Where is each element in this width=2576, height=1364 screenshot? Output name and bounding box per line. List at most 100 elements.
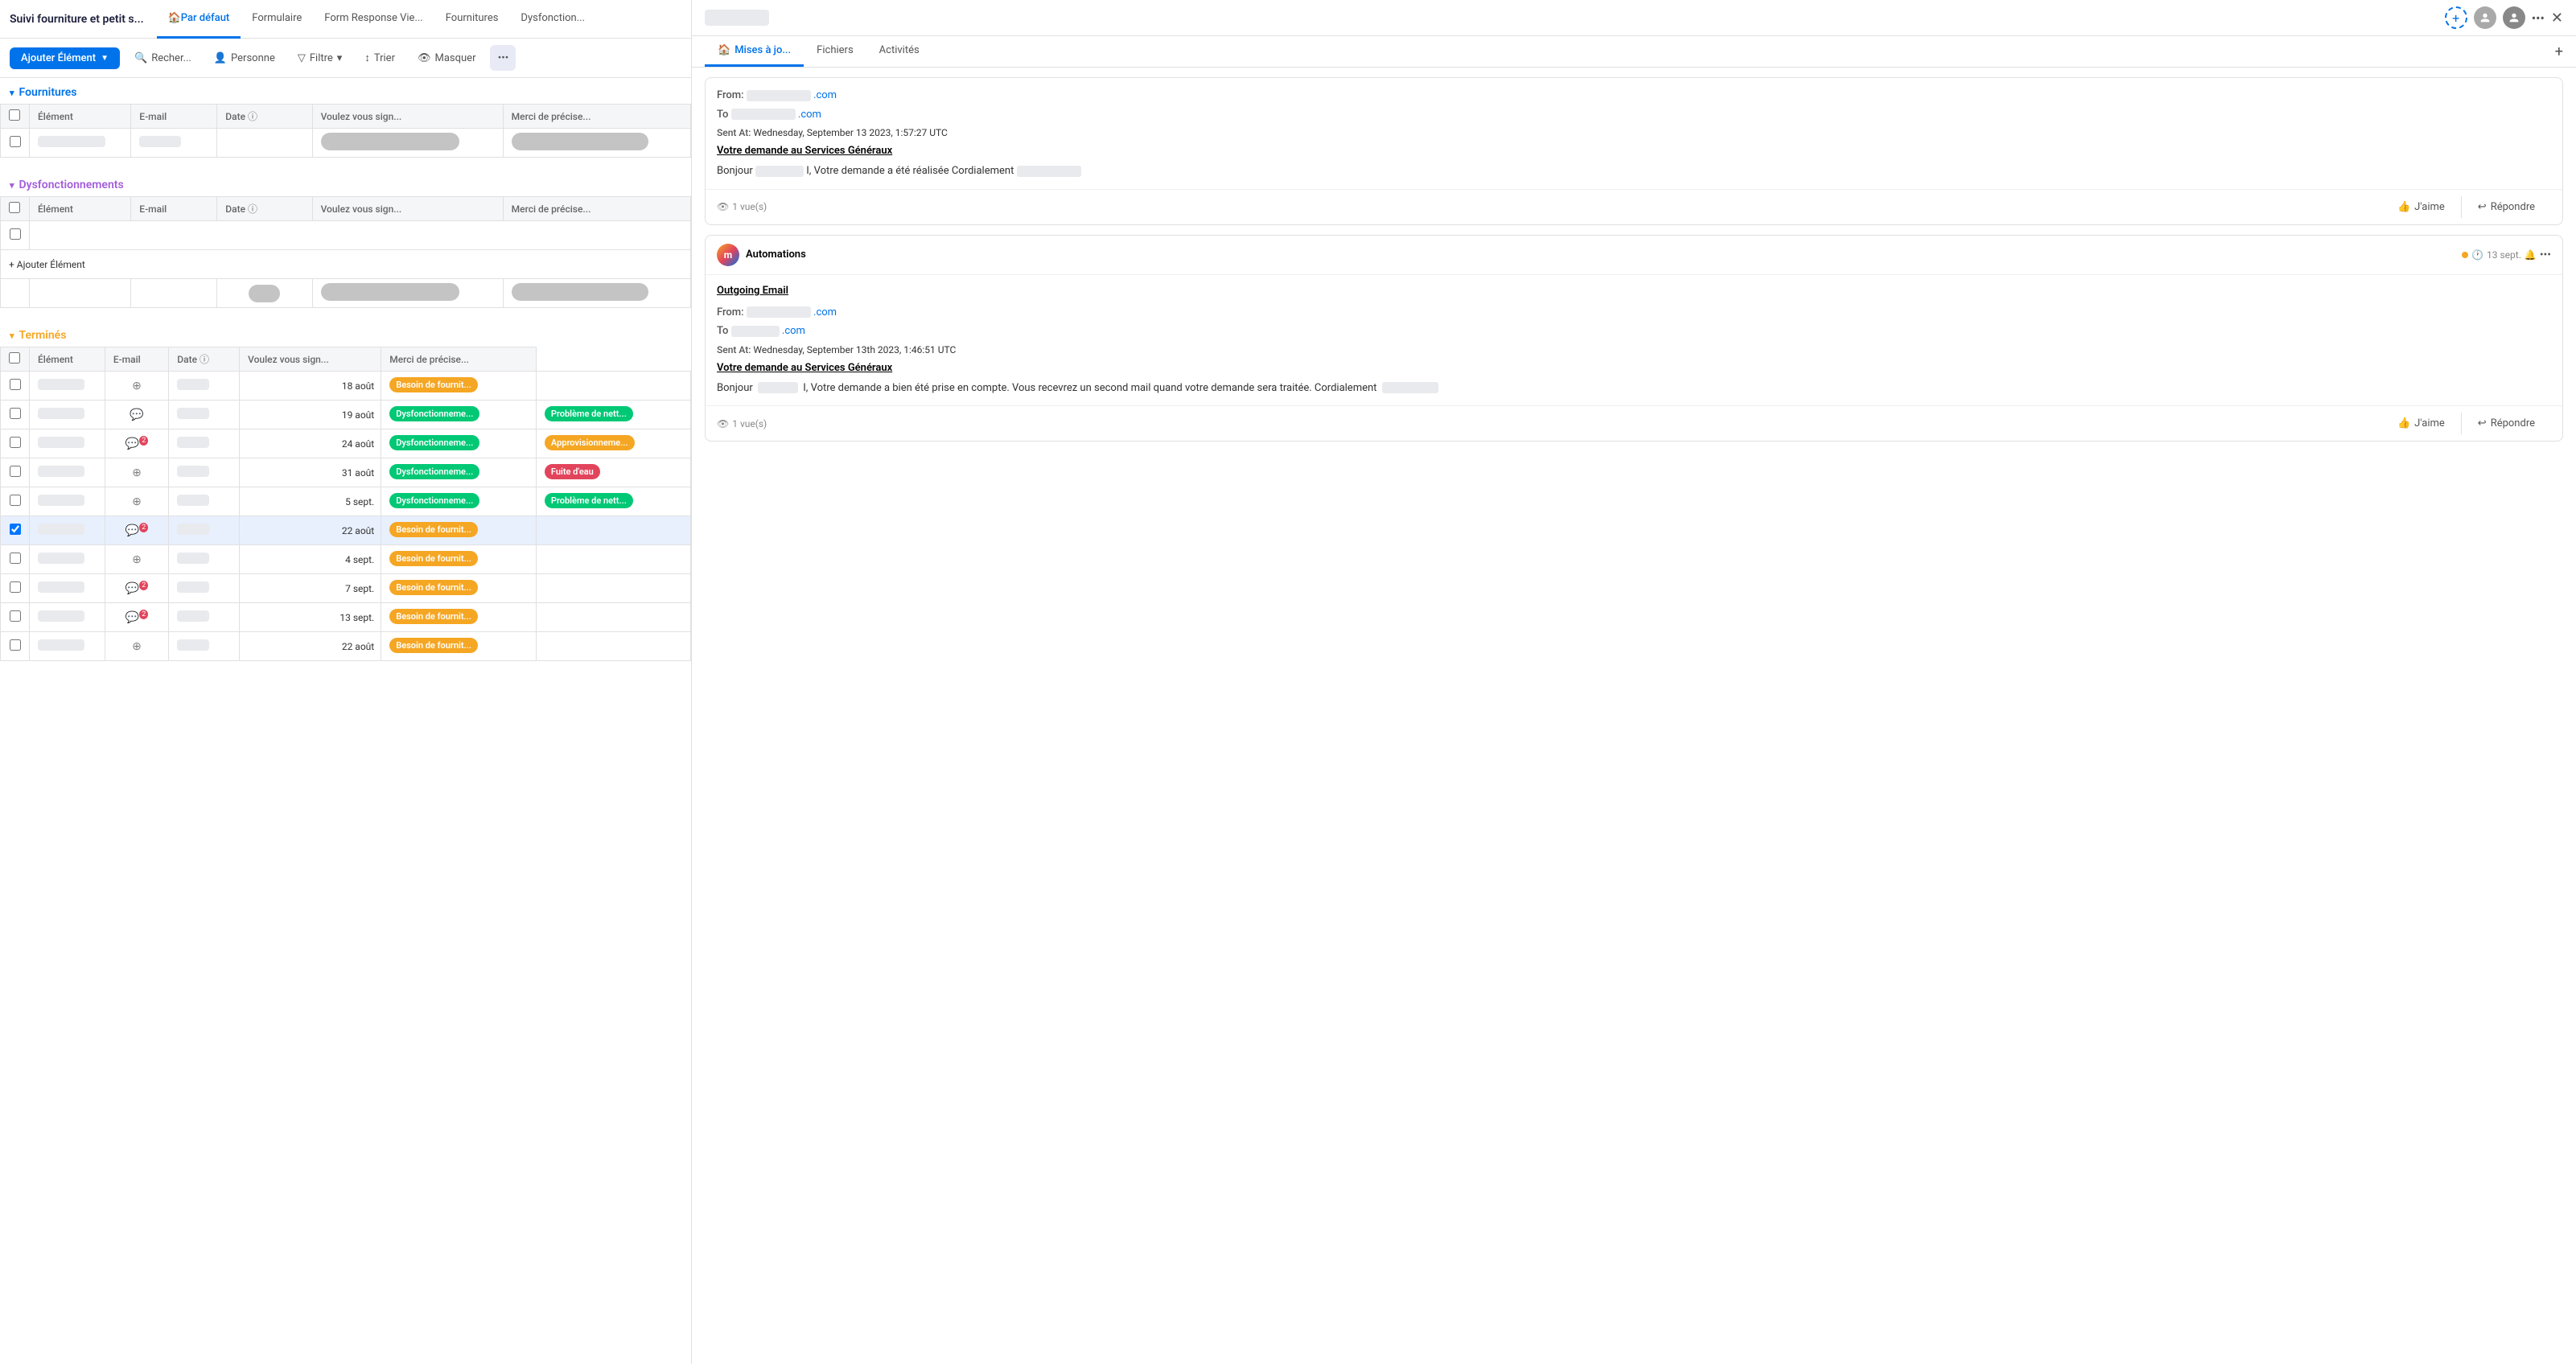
signature-placeholder	[1382, 382, 1438, 393]
right-panel: + ••• ✕ 🏠 Mises à jo... Fichiers Activit…	[692, 0, 2576, 1364]
close-button[interactable]: ✕	[2551, 10, 2563, 27]
more-options-button[interactable]: •••	[490, 45, 516, 71]
table-row[interactable]: ⊕ 18 août Besoin de fournit...	[1, 372, 691, 401]
avatar-2	[2503, 6, 2525, 29]
tab-activities[interactable]: Activités	[866, 36, 932, 67]
chat-icon: 💬	[130, 409, 143, 421]
table-row[interactable]: ⊕ 5 sept. Dysfonctionneme... Problème de…	[1, 487, 691, 516]
dysfonctionnements-col-element: Élément	[30, 197, 131, 221]
table-row[interactable]: ⊕ 31 août Dysfonctionneme... Fuite d'eau	[1, 458, 691, 487]
reply-button[interactable]: ↩ Répondre	[2462, 413, 2551, 434]
right-header-left	[705, 10, 769, 26]
more-options-button[interactable]: •••	[2532, 10, 2545, 26]
top-bar: Suivi fourniture et petit s... 🏠 Par déf…	[0, 0, 691, 39]
fournitures-col-sign: Voulez vous sign...	[312, 105, 503, 129]
dysfonctionnements-section-header[interactable]: ▾ Dysfonctionnements	[0, 170, 691, 196]
home-icon: 🏠	[718, 44, 730, 56]
add-element-button[interactable]: Ajouter Élément ▼	[10, 47, 120, 69]
tab-form-response[interactable]: Form Response Vie...	[313, 0, 434, 39]
eye-icon: 👁	[717, 418, 729, 429]
left-panel: Suivi fourniture et petit s... 🏠 Par déf…	[0, 0, 692, 1364]
person-button[interactable]: 👤 Personne	[206, 48, 283, 68]
table-row[interactable]: 💬2 7 sept. Besoin de fournit...	[1, 574, 691, 603]
fournitures-select-all[interactable]	[1, 105, 30, 129]
table-row[interactable]: 💬 19 août Dysfonctionneme... Problème de…	[1, 401, 691, 429]
dysfonctionnements-select-all[interactable]	[1, 197, 30, 221]
termines-col-element: Élément	[30, 347, 105, 372]
add-avatar-button[interactable]: +	[2445, 6, 2467, 29]
name-placeholder	[755, 166, 804, 177]
from-label: From:	[717, 306, 744, 318]
reply-icon: ↩	[2478, 417, 2487, 429]
chat-badge-icon: 💬2	[126, 438, 149, 450]
table-row[interactable]: ⊕ 4 sept. Besoin de fournit...	[1, 545, 691, 574]
tab-par-defaut[interactable]: 🏠 Par défaut	[157, 0, 241, 39]
name-placeholder	[758, 382, 798, 393]
updates-content: From: .com To .com Sent At: Wednesday, S	[692, 68, 2576, 1364]
like-button[interactable]: 👍 J'aime	[2381, 413, 2461, 434]
table-row[interactable]	[1, 129, 691, 158]
termines-label: Terminés	[19, 329, 67, 342]
status-dot	[2462, 252, 2468, 258]
reply-button[interactable]: ↩ Répondre	[2462, 196, 2551, 218]
sent-label: Sent At:	[717, 344, 751, 355]
chat-plus-icon: ⊕	[132, 466, 142, 479]
table-row	[1, 279, 691, 308]
dysfonctionnements-label: Dysfonctionnements	[19, 179, 124, 191]
automation-footer: 👁 1 vue(s) 👍 J'aime ↩ Répondre	[706, 405, 2562, 441]
search-icon: 🔍	[134, 52, 147, 64]
dysfonctionnements-col-merci: Merci de précise...	[503, 197, 690, 221]
add-tab-button[interactable]: +	[2555, 43, 2563, 60]
table-row[interactable]: 💬2 22 août Besoin de fournit...	[1, 516, 691, 545]
to-value: .com	[731, 109, 821, 121]
tab-files[interactable]: Fichiers	[804, 36, 866, 67]
tab-dysfonction[interactable]: Dysfonction...	[509, 0, 596, 39]
table-row[interactable]	[1, 221, 691, 250]
add-row-row[interactable]: + Ajouter Élément	[1, 250, 691, 279]
search-button[interactable]: 🔍 Recher...	[126, 48, 200, 68]
to-label: To	[717, 325, 728, 337]
filter-chevron-icon: ▾	[337, 52, 343, 64]
to-value-gray	[731, 326, 780, 337]
auto-subject: Votre demande au Services Généraux	[717, 362, 2551, 374]
automation-name: Automations	[746, 249, 806, 261]
chat-plus-icon: ⊕	[132, 640, 142, 653]
chat-badge-icon: 💬2	[126, 524, 149, 537]
fournitures-col-email: E-mail	[131, 105, 217, 129]
sent-label: Sent At:	[717, 127, 751, 138]
tab-updates[interactable]: 🏠 Mises à jo...	[705, 36, 804, 67]
termines-col-date: Date ⓘ	[169, 347, 240, 372]
auto-to-field: To .com	[717, 323, 2551, 339]
add-element-link[interactable]: + Ajouter Élément	[9, 259, 85, 270]
right-panel-header: + ••• ✕	[692, 0, 2576, 36]
bell-icon: 🔔	[2525, 249, 2537, 261]
dysfonctionnements-col-email: E-mail	[131, 197, 217, 221]
termines-select-all[interactable]	[1, 347, 30, 372]
email-card-1-footer: 👁 1 vue(s) 👍 J'aime ↩ Répondre	[706, 189, 2562, 224]
automation-body: Outgoing Email From: .com To .com	[706, 275, 2562, 406]
termines-section-header[interactable]: ▾ Terminés	[0, 321, 691, 347]
termines-col-sign: Voulez vous sign...	[240, 347, 381, 372]
chevron-down-icon: ▾	[10, 331, 14, 341]
table-row[interactable]: 💬2 13 sept. Besoin de fournit...	[1, 603, 691, 632]
table-row[interactable]: 💬2 24 août Dysfonctionneme... Approvisio…	[1, 429, 691, 458]
person-icon: 👤	[214, 52, 227, 64]
signature-placeholder	[1017, 166, 1081, 177]
table-row[interactable]: ⊕ 22 août Besoin de fournit...	[1, 632, 691, 661]
sort-button[interactable]: ↕ Trier	[356, 47, 403, 68]
email-subject: Votre demande au Services Généraux	[717, 145, 2551, 157]
hide-button[interactable]: 👁 Masquer	[409, 48, 484, 68]
fournitures-section-header[interactable]: ▾ Fournitures	[0, 78, 691, 104]
chat-badge-icon: 💬2	[126, 611, 149, 624]
like-button[interactable]: 👍 J'aime	[2381, 196, 2461, 218]
filter-button[interactable]: ▽ Filtre ▾	[290, 48, 350, 68]
tab-fournitures[interactable]: Fournitures	[434, 0, 510, 39]
from-value-gray	[747, 90, 811, 101]
email-to-field: To .com	[717, 107, 2551, 123]
termines-table: Élément E-mail Date ⓘ Voulez vous sign..…	[0, 347, 691, 661]
action-buttons: 👍 J'aime ↩ Répondre	[2381, 196, 2551, 218]
tab-nav: 🏠 Par défaut Formulaire Form Response Vi…	[157, 0, 596, 39]
to-value-gray	[731, 109, 796, 120]
tab-formulaire[interactable]: Formulaire	[241, 0, 313, 39]
automation-more-button[interactable]: •••	[2540, 249, 2551, 261]
